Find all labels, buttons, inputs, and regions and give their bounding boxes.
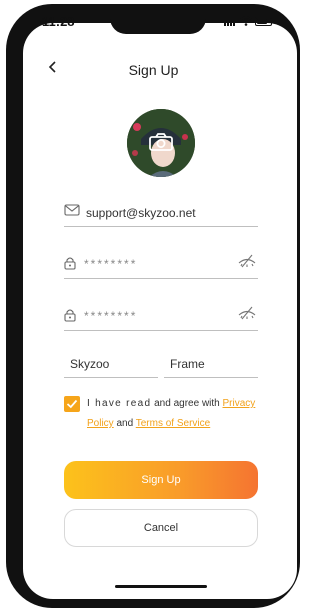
- password-field[interactable]: ********: [64, 252, 258, 279]
- status-icons: [224, 16, 272, 26]
- confirm-password-field[interactable]: ********: [64, 304, 258, 331]
- agreement-middle: and agree with: [151, 398, 223, 409]
- agree-checkbox[interactable]: [64, 396, 80, 412]
- wifi-icon: [240, 16, 252, 26]
- home-indicator[interactable]: [115, 585, 207, 588]
- eye-off-icon[interactable]: [238, 306, 256, 320]
- first-name-field[interactable]: Skyzoo: [64, 351, 158, 378]
- agreement-text: I have read and agree with Privacy Polic…: [87, 394, 277, 434]
- confirm-password-value: ********: [84, 309, 138, 323]
- password-value: ********: [84, 257, 138, 271]
- status-time: 11:28: [42, 14, 75, 29]
- battery-icon: [255, 17, 272, 26]
- first-name-value: Skyzoo: [70, 357, 110, 371]
- cancel-button[interactable]: Cancel: [64, 509, 258, 547]
- lock-icon: [64, 257, 76, 270]
- avatar-button[interactable]: [127, 109, 195, 177]
- camera-icon: [149, 133, 173, 151]
- lock-icon: [64, 309, 76, 322]
- sign-up-button[interactable]: Sign Up: [64, 461, 258, 499]
- mail-icon: [64, 204, 80, 216]
- email-field[interactable]: support@skyzoo.net: [64, 200, 258, 227]
- agreement-and: and: [113, 418, 136, 429]
- last-name-field[interactable]: Frame: [164, 351, 258, 378]
- email-value: support@skyzoo.net: [86, 206, 196, 220]
- notch: [110, 8, 206, 34]
- agreement-prefix: I have read: [87, 398, 152, 409]
- page-title: Sign Up: [128, 62, 179, 78]
- last-name-value: Frame: [170, 357, 205, 371]
- terms-of-service-link[interactable]: Terms of Service: [136, 418, 210, 429]
- eye-off-icon[interactable]: [238, 254, 256, 268]
- check-icon: [66, 399, 78, 409]
